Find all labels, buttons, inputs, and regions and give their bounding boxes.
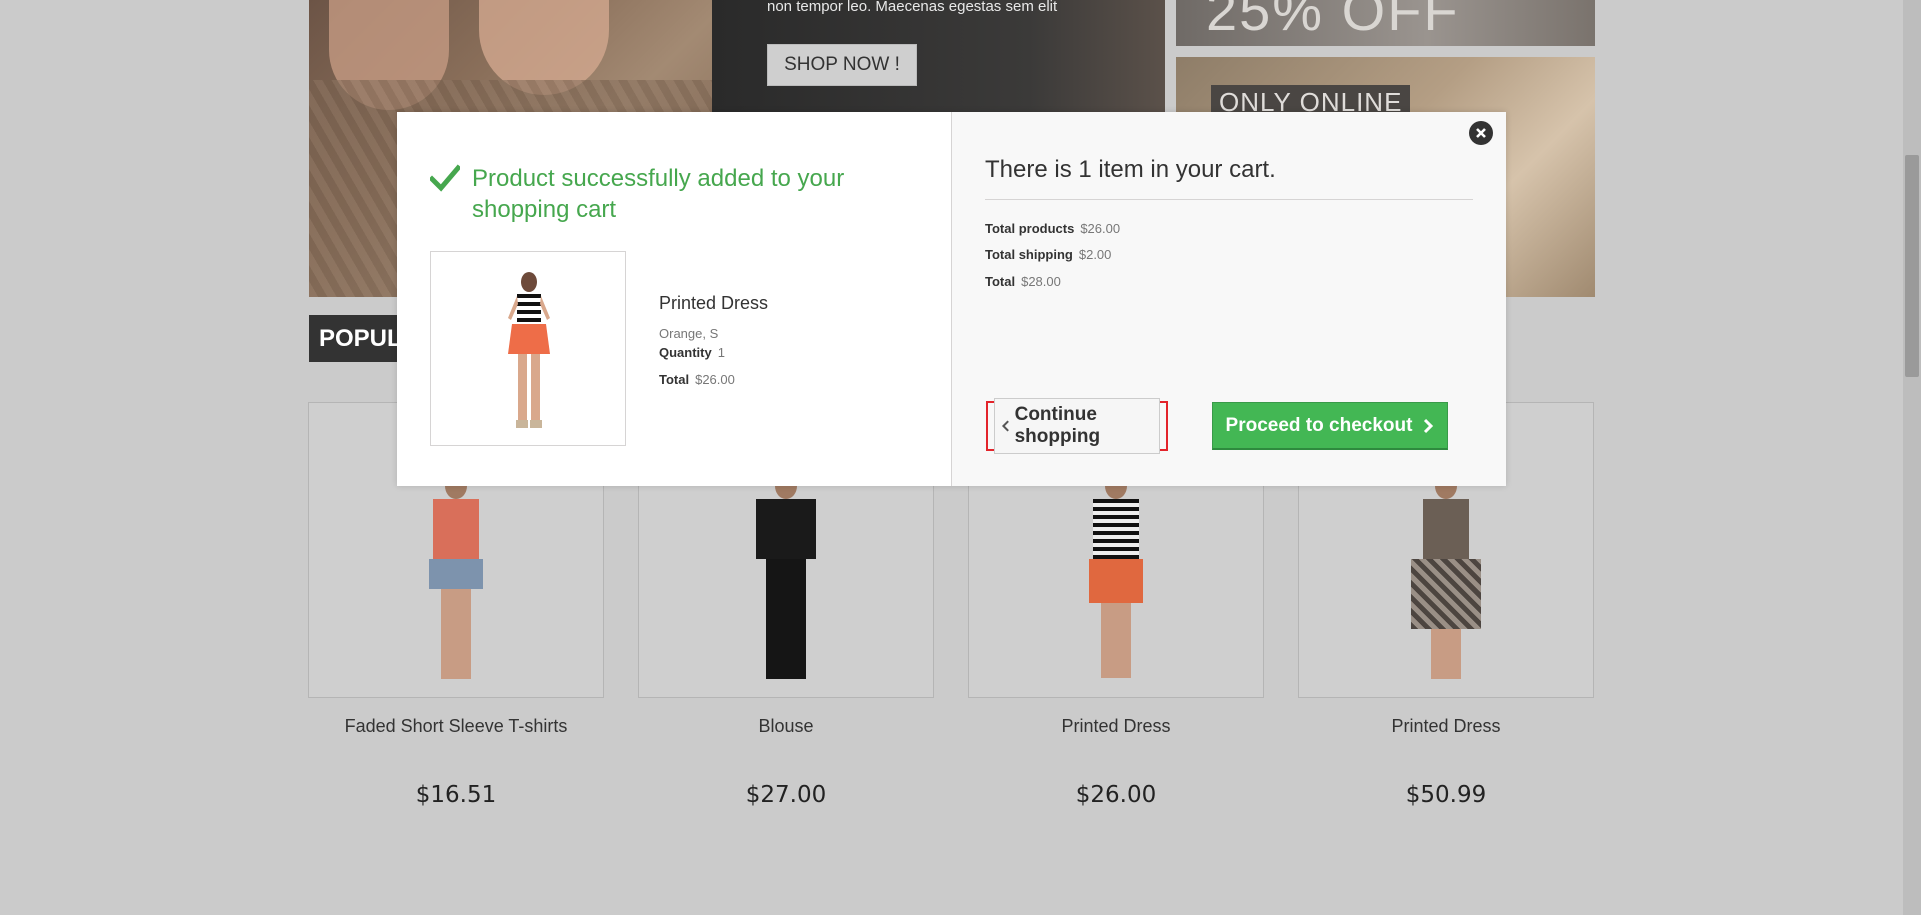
added-product-panel: Product successfully added to your shopp… [397, 112, 951, 486]
total-label: Total [659, 372, 690, 387]
scrollbar[interactable] [1903, 0, 1921, 915]
quantity-value: 1 [717, 345, 725, 360]
checkout-label: Proceed to checkout [1225, 414, 1413, 436]
chevron-right-icon [1424, 418, 1434, 433]
cart-total-label: Total [985, 274, 1016, 289]
product-price: $50.99 [1405, 782, 1487, 808]
added-product-name: Printed Dress [659, 293, 769, 313]
total-shipping-label: Total shipping [985, 247, 1073, 262]
cart-count-title: There is 1 item in your cart. [985, 156, 1276, 183]
chevron-left-icon [1001, 420, 1009, 432]
product-image [1071, 473, 1161, 683]
continue-shopping-label: Continue shopping [1014, 404, 1101, 447]
total-shipping-value: $2.00 [1078, 247, 1112, 262]
cart-summary-panel: There is 1 item in your cart. Total prod… [951, 112, 1506, 486]
added-product-total: Total $26.00 [659, 372, 735, 387]
promo-banner-top[interactable]: 25% OFF [1176, 0, 1595, 46]
product-image [1401, 473, 1491, 683]
check-icon [430, 164, 460, 192]
hero-text: non tempor leo. Maecenas egestas sem eli… [767, 0, 1058, 15]
scrollbar-thumb[interactable] [1905, 155, 1919, 377]
product-thumbnail [430, 251, 626, 446]
product-name[interactable]: Printed Dress [1298, 716, 1594, 737]
continue-shopping-button[interactable]: Continue shopping [986, 398, 1168, 454]
product-price: $27.00 [745, 782, 827, 808]
close-modal-button[interactable] [1469, 121, 1493, 145]
cart-total-row: Total $28.00 [985, 274, 1061, 289]
product-image [411, 473, 501, 683]
added-product-attributes: Orange, S [659, 326, 719, 341]
divider [985, 199, 1473, 200]
product-price: $26.00 [1075, 782, 1157, 808]
product-name[interactable]: Blouse [638, 716, 934, 737]
total-value: $26.00 [695, 372, 735, 387]
added-product-quantity: Quantity 1 [659, 345, 725, 360]
product-name[interactable]: Faded Short Sleeve T-shirts [308, 716, 604, 737]
proceed-to-checkout-button[interactable]: Proceed to checkout [1212, 402, 1448, 450]
product-image [741, 473, 831, 683]
promo-banner-text: 25% OFF [1206, 0, 1460, 42]
total-products-value: $26.00 [1080, 221, 1121, 236]
shop-now-button[interactable]: SHOP NOW ! [767, 44, 917, 86]
success-message: Product successfully added to your shopp… [472, 165, 845, 223]
close-icon [1476, 128, 1486, 138]
product-price: $16.51 [415, 782, 497, 808]
dress-image [508, 272, 550, 428]
quantity-label: Quantity [659, 345, 712, 360]
total-products-label: Total products [985, 221, 1075, 236]
cart-confirmation-modal: Product successfully added to your shopp… [397, 112, 1506, 486]
cart-total-value: $28.00 [1021, 274, 1061, 289]
total-products-row: Total products $26.00 [985, 221, 1120, 236]
total-shipping-row: Total shipping $2.00 [985, 247, 1111, 262]
product-name[interactable]: Printed Dress [968, 716, 1264, 737]
